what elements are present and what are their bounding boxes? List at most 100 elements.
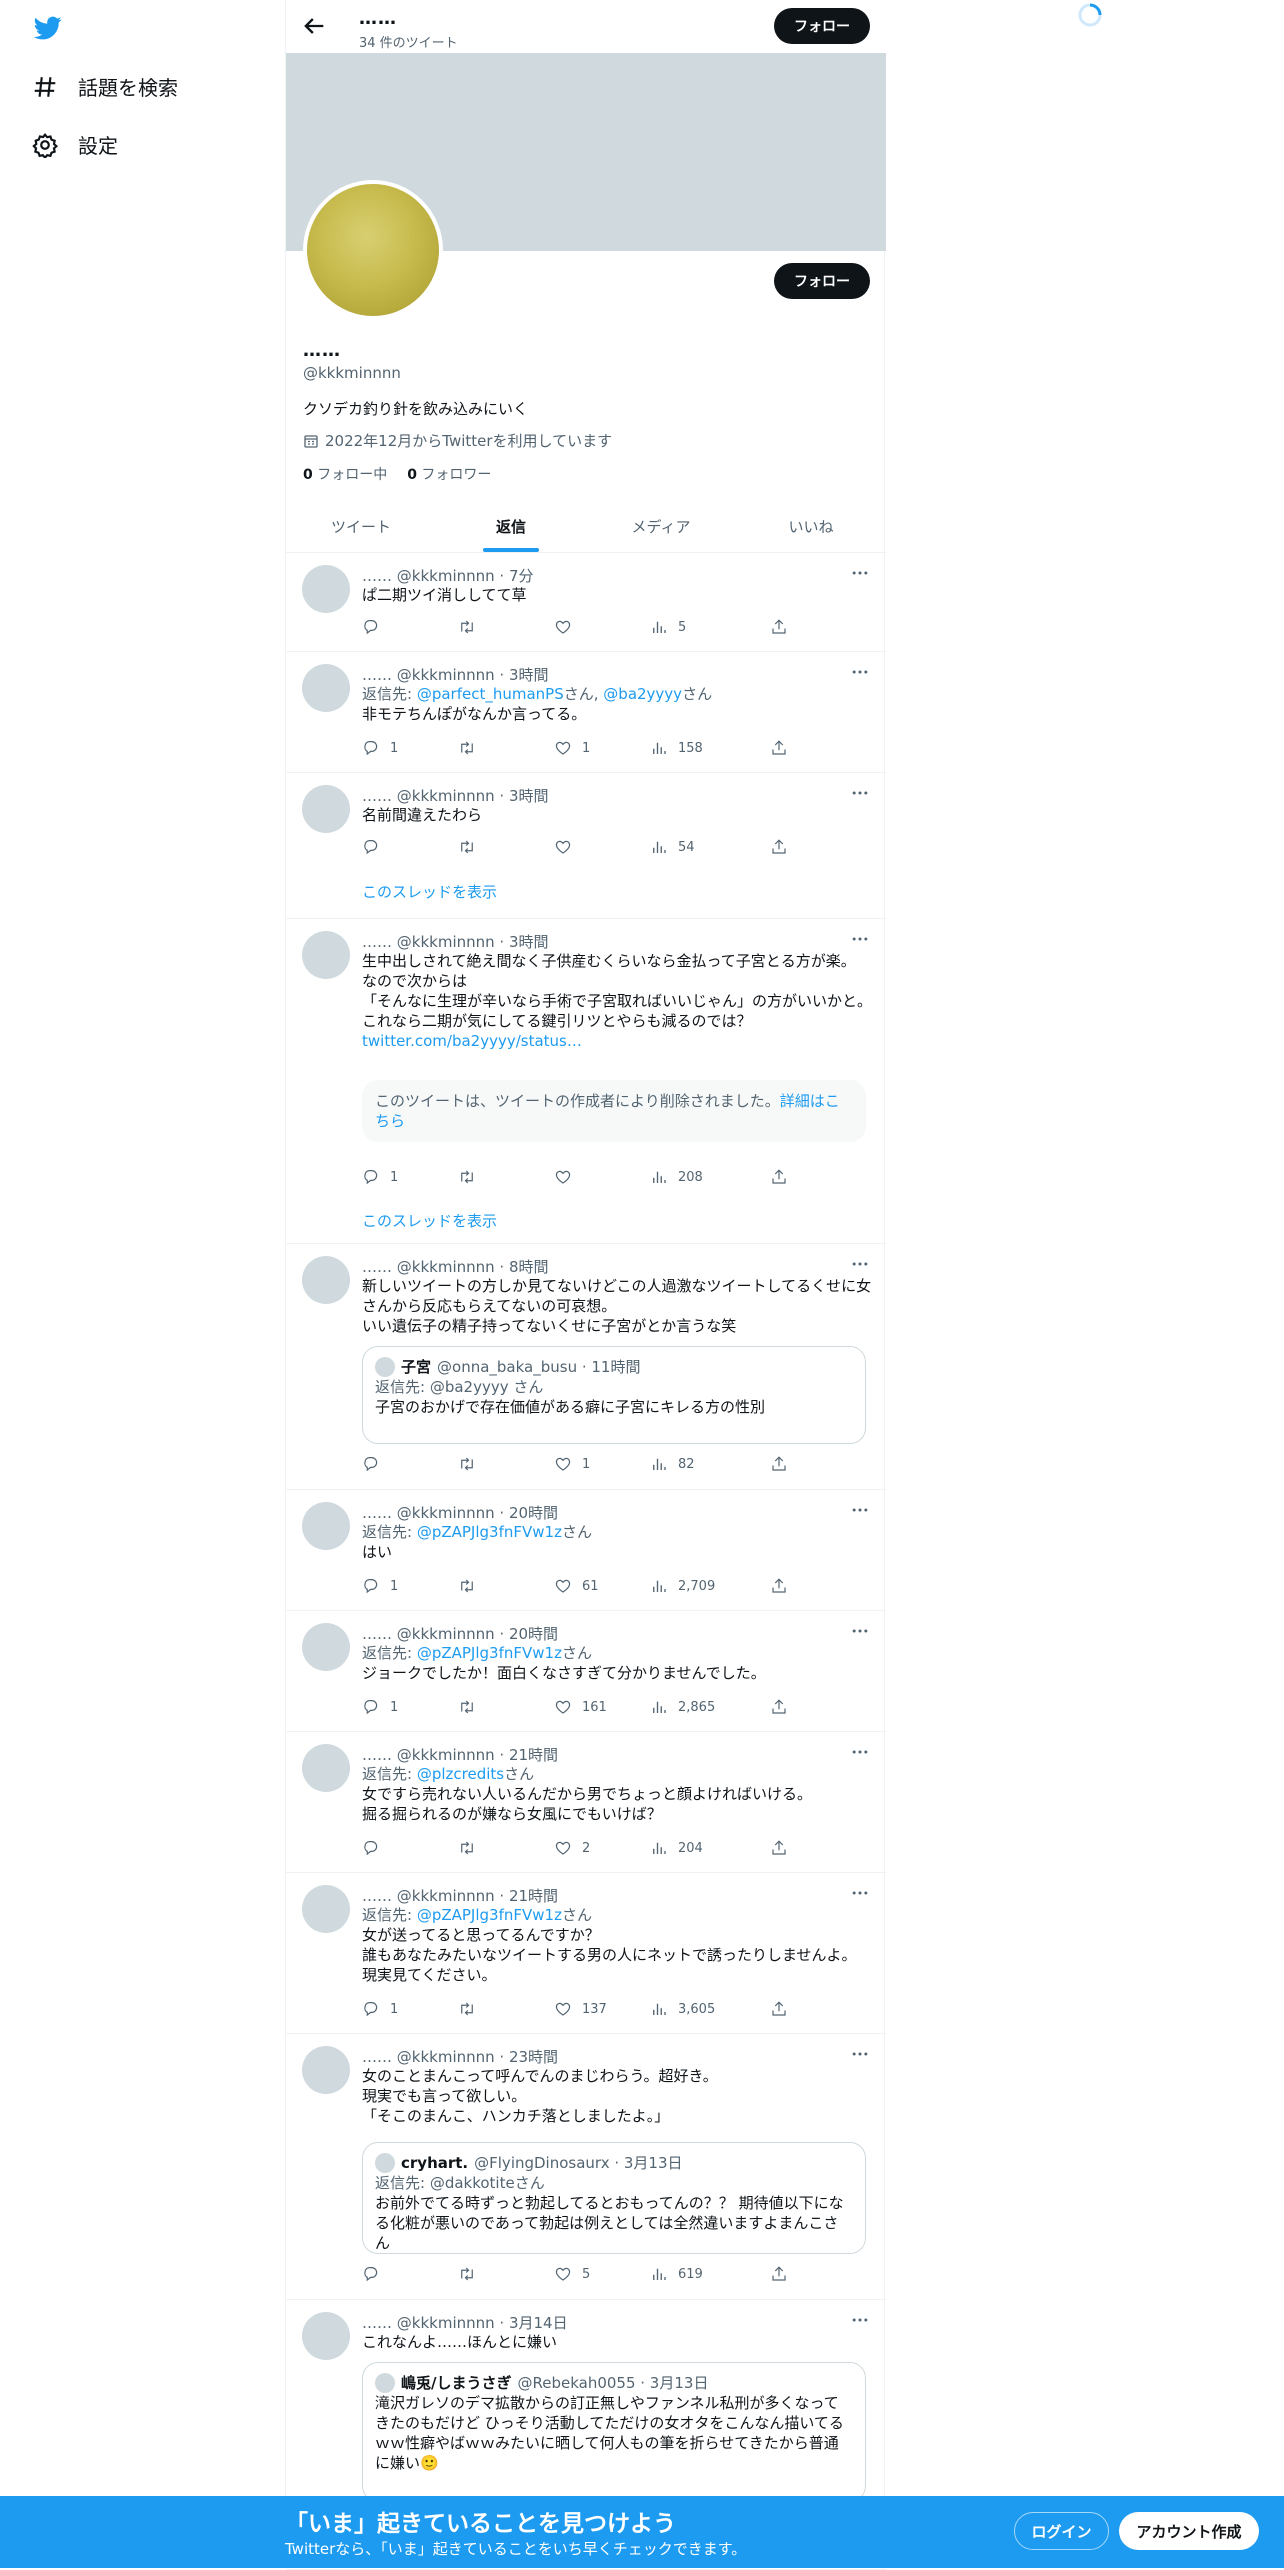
tab-media[interactable]: メディア xyxy=(586,500,736,552)
more-options-icon[interactable] xyxy=(850,1742,870,1762)
back-arrow-icon[interactable] xyxy=(300,12,328,40)
reply-button[interactable]: 1 xyxy=(362,739,398,757)
followers-stat[interactable]: 0 フォロワー xyxy=(407,464,491,484)
share-button[interactable] xyxy=(770,838,788,856)
tweet[interactable]: …… @kkkminnnn · 20時間 返信先: @pZAPJlg3fnFVw1… xyxy=(286,1490,886,1611)
like-button[interactable] xyxy=(554,618,582,636)
like-button[interactable]: 161 xyxy=(554,1698,607,1716)
login-button[interactable]: ログイン xyxy=(1014,2512,1109,2550)
more-options-icon[interactable] xyxy=(850,1500,870,1520)
reply-button[interactable]: 1 xyxy=(362,1698,398,1716)
retweet-button[interactable] xyxy=(458,838,486,856)
tweet[interactable]: …… @kkkminnnn · 3時間 生中出しされて絶え間なく子供産むくらいなら… xyxy=(286,919,886,1244)
reply-button[interactable] xyxy=(362,1455,390,1473)
twitter-bird-icon[interactable] xyxy=(32,14,64,42)
more-options-icon[interactable] xyxy=(850,2310,870,2330)
retweet-button[interactable] xyxy=(458,2000,486,2018)
tweet-avatar[interactable] xyxy=(302,1623,350,1671)
reply-button[interactable] xyxy=(362,2265,390,2283)
reply-button[interactable]: 1 xyxy=(362,1577,398,1595)
signup-button[interactable]: アカウント作成 xyxy=(1119,2512,1259,2550)
share-button[interactable] xyxy=(770,1839,788,1857)
views-button[interactable]: 82 xyxy=(650,1455,695,1473)
reply-button[interactable]: 1 xyxy=(362,1168,398,1186)
quote-tweet-card[interactable]: 子宮 @onna_baka_busu · 11時間 返信先: @ba2yyyy さん… xyxy=(362,1346,866,1444)
sidebar-item-explore[interactable]: 話題を検索 xyxy=(32,72,178,101)
like-button[interactable]: 5 xyxy=(554,2265,590,2283)
reply-to-user-link[interactable]: @ba2yyyy xyxy=(603,685,682,703)
like-button[interactable] xyxy=(554,838,582,856)
tweet-avatar[interactable] xyxy=(302,1502,350,1550)
tweet-avatar[interactable] xyxy=(302,565,350,613)
like-button[interactable]: 1 xyxy=(554,1455,590,1473)
retweet-button[interactable] xyxy=(458,1839,486,1857)
like-button[interactable] xyxy=(554,1168,582,1186)
retweet-button[interactable] xyxy=(458,1168,486,1186)
reply-to-user-link[interactable]: @plzcredits xyxy=(417,1765,504,1783)
tweet-avatar[interactable] xyxy=(302,931,350,979)
views-button[interactable]: 54 xyxy=(650,838,695,856)
more-options-icon[interactable] xyxy=(850,1254,870,1274)
tweet[interactable]: …… @kkkminnnn · 21時間 返信先: @plzcreditsさん 女で… xyxy=(286,1732,886,1873)
views-button[interactable]: 158 xyxy=(650,739,703,757)
more-options-icon[interactable] xyxy=(850,929,870,949)
more-options-icon[interactable] xyxy=(850,783,870,803)
tweet[interactable]: …… @kkkminnnn · 8時間 新しいツイートの方しか見てないけどこの人過… xyxy=(286,1244,886,1490)
more-options-icon[interactable] xyxy=(850,662,870,682)
tweet[interactable]: …… @kkkminnnn · 7分 ぱ二期ツイ消ししてて草 5 xyxy=(286,553,886,652)
like-button[interactable]: 2 xyxy=(554,1839,590,1857)
tweet[interactable]: …… @kkkminnnn · 23時間 女のことまんこって呼んでんのまじわらう。… xyxy=(286,2034,886,2300)
more-options-icon[interactable] xyxy=(850,563,870,583)
tweet-avatar[interactable] xyxy=(302,664,350,712)
more-options-icon[interactable] xyxy=(850,1621,870,1641)
retweet-button[interactable] xyxy=(458,1577,486,1595)
share-button[interactable] xyxy=(770,1698,788,1716)
views-button[interactable]: 3,605 xyxy=(650,2000,715,2018)
tweet-avatar[interactable] xyxy=(302,2312,350,2360)
share-button[interactable] xyxy=(770,1168,788,1186)
tweet-avatar[interactable] xyxy=(302,785,350,833)
more-options-icon[interactable] xyxy=(850,1883,870,1903)
tweet-avatar[interactable] xyxy=(302,2046,350,2094)
more-options-icon[interactable] xyxy=(850,2044,870,2064)
reply-to-user-link[interactable]: @pZAPJlg3fnFVw1z xyxy=(417,1523,562,1541)
share-button[interactable] xyxy=(770,1577,788,1595)
retweet-button[interactable] xyxy=(458,739,486,757)
tab-likes[interactable]: いいね xyxy=(736,500,886,552)
tweet-link[interactable]: twitter.com/ba2yyyy/status… xyxy=(362,1032,582,1050)
show-thread-link[interactable]: このスレッドを表示 xyxy=(362,1210,497,1231)
like-button[interactable]: 1 xyxy=(554,739,590,757)
following-stat[interactable]: 0 フォロー中 xyxy=(303,464,387,484)
profile-follow-button[interactable]: フォロー xyxy=(774,263,870,299)
tweet-avatar[interactable] xyxy=(302,1256,350,1304)
tweet[interactable]: …… @kkkminnnn · 21時間 返信先: @pZAPJlg3fnFVw1… xyxy=(286,1873,886,2034)
views-button[interactable]: 5 xyxy=(650,618,686,636)
show-thread-link[interactable]: このスレッドを表示 xyxy=(362,881,497,902)
views-button[interactable]: 2,709 xyxy=(650,1577,715,1595)
retweet-button[interactable] xyxy=(458,1455,486,1473)
reply-to-user-link[interactable]: @parfect_humanPS xyxy=(417,685,564,703)
retweet-button[interactable] xyxy=(458,618,486,636)
profile-avatar[interactable] xyxy=(303,180,443,320)
retweet-button[interactable] xyxy=(458,2265,486,2283)
reply-button[interactable] xyxy=(362,838,390,856)
share-button[interactable] xyxy=(770,2000,788,2018)
tweet-avatar[interactable] xyxy=(302,1885,350,1933)
like-button[interactable]: 137 xyxy=(554,2000,607,2018)
tab-replies[interactable]: 返信 xyxy=(436,500,586,552)
views-button[interactable]: 2,865 xyxy=(650,1698,715,1716)
like-button[interactable]: 61 xyxy=(554,1577,599,1595)
views-button[interactable]: 619 xyxy=(650,2265,703,2283)
reply-to-user-link[interactable]: @pZAPJlg3fnFVw1z xyxy=(417,1906,562,1924)
views-button[interactable]: 204 xyxy=(650,1839,703,1857)
share-button[interactable] xyxy=(770,1455,788,1473)
share-button[interactable] xyxy=(770,739,788,757)
tweet[interactable]: …… @kkkminnnn · 20時間 返信先: @pZAPJlg3fnFVw1… xyxy=(286,1611,886,1732)
views-button[interactable]: 208 xyxy=(650,1168,703,1186)
retweet-button[interactable] xyxy=(458,1698,486,1716)
header-follow-button[interactable]: フォロー xyxy=(774,8,870,44)
reply-button[interactable]: 1 xyxy=(362,2000,398,2018)
tweet-avatar[interactable] xyxy=(302,1744,350,1792)
share-button[interactable] xyxy=(770,618,788,636)
share-button[interactable] xyxy=(770,2265,788,2283)
